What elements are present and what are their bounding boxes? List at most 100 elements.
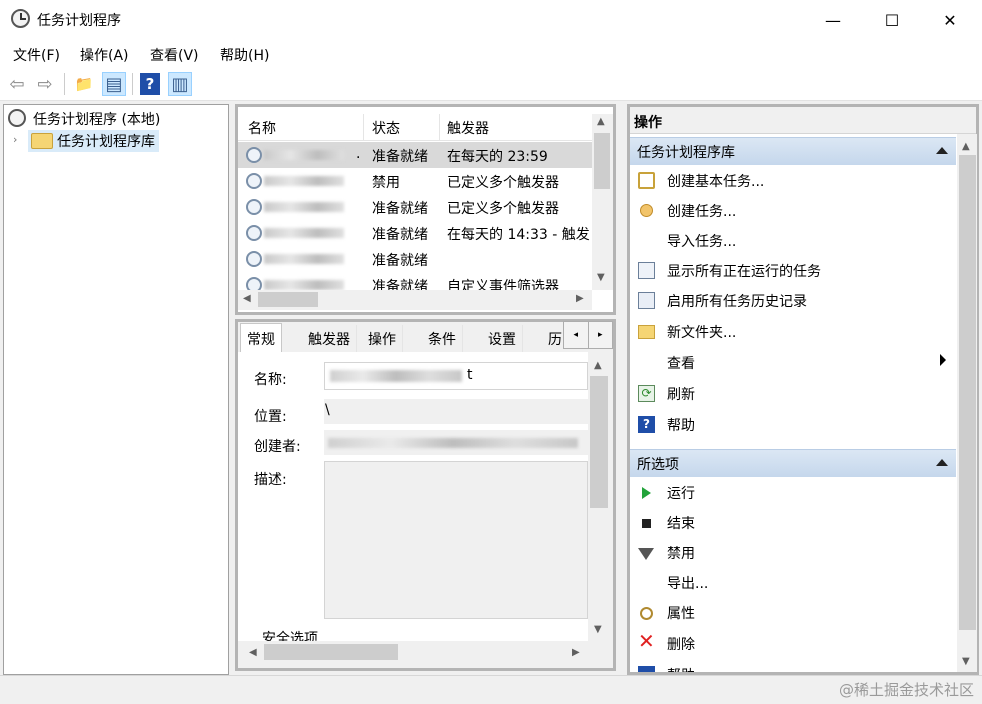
task-clock-icon	[246, 225, 262, 241]
action-label: 启用所有任务历史记录	[667, 294, 807, 310]
collapse-up-arrow-icon[interactable]	[936, 459, 948, 466]
action-refresh[interactable]: ⟳ 刷新	[630, 379, 956, 409]
scroll-down-arrow-icon[interactable]: ▼	[962, 656, 970, 667]
toolbar-separator	[132, 73, 133, 95]
tab-settings[interactable]: 设置	[482, 325, 523, 353]
task-row[interactable]: 准备就绪	[238, 246, 592, 272]
minimize-button[interactable]: —	[804, 0, 862, 40]
task-name-tail: t	[467, 367, 473, 383]
action-label: 刷新	[667, 387, 695, 403]
task-list-header	[238, 114, 592, 141]
back-arrow-icon[interactable]: ⇦	[5, 72, 29, 96]
help-icon: ?	[638, 416, 655, 433]
tab-scroll-right-icon[interactable]: ▸	[589, 322, 613, 348]
scrollbar-thumb[interactable]	[594, 133, 610, 189]
task-trigger: 自定义事件筛选器	[447, 279, 559, 290]
end-icon	[642, 519, 651, 528]
column-header-status[interactable]: 状态	[372, 118, 400, 138]
menu-action[interactable]: 操作(A)	[80, 45, 129, 65]
action-disable[interactable]: 禁用	[630, 538, 956, 568]
column-header-trigger[interactable]: 触发器	[447, 118, 489, 138]
task-name-redacted	[264, 202, 344, 212]
scroll-down-arrow-icon[interactable]: ▼	[594, 624, 602, 635]
scrollbar-thumb[interactable]	[590, 376, 608, 508]
description-textarea[interactable]	[324, 461, 588, 619]
action-new-folder[interactable]: 新文件夹...	[630, 317, 956, 347]
maximize-button[interactable]: ☐	[863, 0, 921, 40]
tree-expand-chevron-icon[interactable]: ›	[13, 133, 17, 146]
forward-arrow-icon[interactable]: ⇨	[33, 72, 57, 96]
task-row[interactable]: . 准备就绪 在每天的 23:59	[238, 142, 592, 168]
actions-title: 操作	[634, 115, 662, 131]
action-help-selected[interactable]: 帮助	[630, 660, 956, 672]
scroll-up-arrow-icon[interactable]: ▲	[597, 116, 605, 127]
task-row[interactable]: 准备就绪 已定义多个触发器	[238, 194, 592, 220]
task-status: 准备就绪	[372, 253, 428, 269]
close-button[interactable]: ✕	[921, 0, 979, 40]
action-help[interactable]: ? 帮助	[630, 410, 956, 440]
task-trigger: 在每天的 14:33 - 触发	[447, 227, 590, 243]
action-export[interactable]: 导出...	[630, 568, 956, 598]
scrollbar-thumb[interactable]	[264, 644, 398, 660]
menu-file[interactable]: 文件(F)	[13, 45, 60, 65]
section-selected-item[interactable]: 所选项	[630, 449, 956, 477]
tab-scroll-nav: ◂ ▸	[563, 321, 613, 349]
security-options-label: 安全选项	[262, 631, 318, 641]
new-folder-icon	[638, 325, 655, 339]
task-trigger: 已定义多个触发器	[447, 201, 559, 217]
menu-view[interactable]: 查看(V)	[150, 45, 199, 65]
action-display-running-tasks[interactable]: 显示所有正在运行的任务	[630, 256, 956, 286]
name-label: 名称:	[254, 372, 287, 388]
show-hide-action-pane-icon[interactable]: ▥	[168, 72, 192, 96]
action-delete[interactable]: ✕ 删除	[630, 629, 956, 659]
scrollbar-thumb[interactable]	[959, 155, 976, 630]
action-enable-history[interactable]: 启用所有任务历史记录	[630, 286, 956, 316]
menu-help[interactable]: 帮助(H)	[220, 45, 269, 65]
action-create-task[interactable]: 创建任务...	[630, 196, 956, 226]
action-create-basic-task[interactable]: 创建基本任务...	[630, 166, 956, 196]
tab-actions[interactable]: 操作	[362, 325, 403, 353]
scroll-left-arrow-icon[interactable]: ◀	[249, 647, 257, 658]
task-row[interactable]: 禁用 已定义多个触发器	[238, 168, 592, 194]
up-folder-icon[interactable]: 📁	[72, 72, 96, 96]
scroll-up-arrow-icon[interactable]: ▲	[594, 360, 602, 371]
section-task-scheduler-library[interactable]: 任务计划程序库	[630, 137, 956, 165]
scroll-up-arrow-icon[interactable]: ▲	[962, 141, 970, 152]
action-label: 创建任务...	[667, 204, 737, 220]
refresh-icon: ⟳	[638, 385, 655, 402]
task-name-redacted	[264, 254, 344, 264]
scroll-left-arrow-icon[interactable]: ◀	[243, 293, 251, 304]
action-end[interactable]: 结束	[630, 508, 956, 538]
collapse-up-arrow-icon[interactable]	[936, 147, 948, 154]
scroll-right-arrow-icon[interactable]: ▶	[572, 647, 580, 658]
actions-title-bar	[630, 107, 976, 134]
task-clock-icon	[246, 147, 262, 163]
action-label: 帮助	[667, 418, 695, 434]
column-header-name[interactable]: 名称	[248, 118, 276, 138]
scroll-right-arrow-icon[interactable]: ▶	[576, 293, 584, 304]
help-book-icon[interactable]: ?	[140, 73, 160, 95]
task-clock-icon	[246, 173, 262, 189]
section-title: 任务计划程序库	[637, 144, 735, 161]
task-status: 准备就绪	[372, 279, 428, 290]
task-status: 准备就绪	[372, 201, 428, 217]
history-icon	[638, 292, 655, 309]
status-bar	[0, 675, 982, 704]
task-scheduler-clock-icon	[11, 9, 30, 28]
tab-scroll-left-icon[interactable]: ◂	[564, 322, 589, 348]
action-import-task[interactable]: 导入任务...	[630, 226, 956, 256]
help-icon	[638, 666, 655, 672]
tab-general[interactable]: 常规	[240, 323, 282, 353]
tab-triggers[interactable]: 触发器	[302, 325, 357, 353]
show-hide-console-tree-icon[interactable]: ▤	[102, 72, 126, 96]
action-properties[interactable]: 属性	[630, 598, 956, 628]
scrollbar-thumb[interactable]	[258, 292, 318, 307]
scroll-down-arrow-icon[interactable]: ▼	[597, 272, 605, 283]
task-row[interactable]: 准备就绪 在每天的 14:33 - 触发	[238, 220, 592, 246]
action-run[interactable]: 运行	[630, 478, 956, 508]
tab-conditions[interactable]: 条件	[422, 325, 463, 353]
action-view[interactable]: 查看	[630, 348, 956, 378]
task-row[interactable]: 准备就绪 自定义事件筛选器	[238, 272, 592, 290]
task-status: 准备就绪	[372, 149, 428, 165]
tree-root-task-scheduler-local[interactable]: 任务计划程序 (本地)	[33, 109, 160, 129]
